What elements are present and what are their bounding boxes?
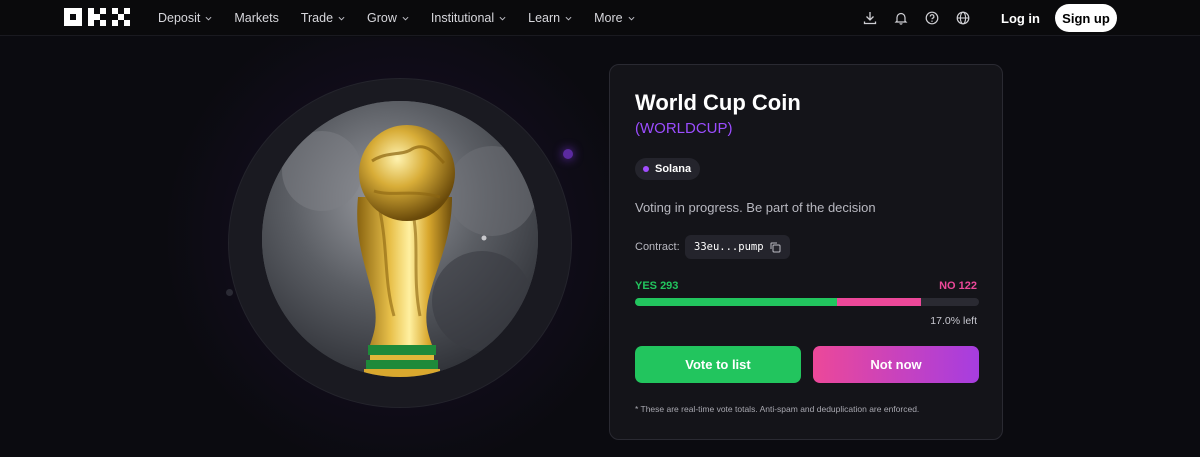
chevron-down-icon (628, 16, 635, 21)
vote-progress-bar (635, 298, 979, 306)
decorative-dot (563, 149, 573, 159)
chain-badge: Solana (635, 158, 701, 180)
contract-label: Contract: (635, 241, 680, 253)
decorative-dot (226, 289, 233, 296)
chevron-down-icon (565, 16, 572, 21)
copy-icon[interactable] (770, 242, 781, 253)
yes-count: YES 293 (635, 280, 679, 292)
vote-to-list-button[interactable]: Vote to list (635, 346, 801, 383)
not-now-button[interactable]: Not now (813, 346, 979, 383)
trophy-icon (262, 101, 538, 377)
chevron-down-icon (338, 16, 345, 21)
nav-item-grow[interactable]: Grow (367, 11, 409, 25)
remaining-label: 17.0% left (930, 315, 977, 327)
bell-icon[interactable] (893, 10, 909, 26)
chain-dot-icon (643, 166, 649, 172)
nav-item-more[interactable]: More (594, 11, 635, 25)
nav-item-institutional[interactable]: Institutional (431, 11, 506, 25)
nav-item-label: Trade (300, 11, 334, 25)
vote-status-text: Voting in progress. Be part of the decis… (635, 200, 876, 215)
token-name: World Cup Coin (635, 90, 801, 115)
nav-item-deposit[interactable]: Deposit (158, 11, 212, 25)
signup-button[interactable]: Sign up (1055, 4, 1117, 32)
contract-address[interactable]: 33eu...pump (685, 235, 790, 259)
chain-label: Solana (655, 163, 692, 175)
yes-progress-fill (635, 298, 837, 306)
login-link[interactable]: Log in (1001, 11, 1040, 26)
nav-item-label: Grow (367, 11, 397, 25)
hero-section: World Cup Coin (WORLDCUP) Solana Voting … (0, 37, 1200, 457)
vote-footnote: * These are real-time vote totals. Anti-… (635, 404, 920, 414)
okx-logo[interactable] (64, 8, 130, 26)
main-menu: Deposit Markets Trade Grow Institutional Lear… (158, 0, 657, 36)
token-ticker: (WORLDCUP) (635, 120, 733, 137)
token-image (262, 101, 538, 377)
nav-actions: Log in Sign up (847, 0, 1200, 36)
chevron-down-icon (402, 16, 409, 21)
no-count: NO 122 (939, 280, 977, 292)
token-vote-card: World Cup Coin (WORLDCUP) Solana Voting … (609, 64, 1003, 440)
chevron-down-icon (499, 16, 506, 21)
nav-item-learn[interactable]: Learn (528, 11, 572, 25)
download-icon[interactable] (862, 10, 878, 26)
top-nav: Deposit Markets Trade Grow Institutional Lear… (0, 0, 1200, 36)
nav-item-label: Deposit (158, 11, 201, 25)
nav-item-label: Institutional (430, 11, 495, 25)
globe-icon[interactable] (955, 10, 971, 26)
nav-item-label: Markets (234, 11, 279, 25)
contract-value: 33eu...pump (694, 241, 764, 253)
nav-item-label: More (594, 11, 623, 25)
no-progress-fill (836, 298, 921, 306)
nav-item-label: Learn (528, 11, 561, 25)
nav-item-trade[interactable]: Trade (301, 11, 345, 25)
help-icon[interactable] (924, 10, 940, 26)
nav-item-markets[interactable]: Markets (234, 11, 278, 25)
chevron-down-icon (205, 16, 212, 21)
